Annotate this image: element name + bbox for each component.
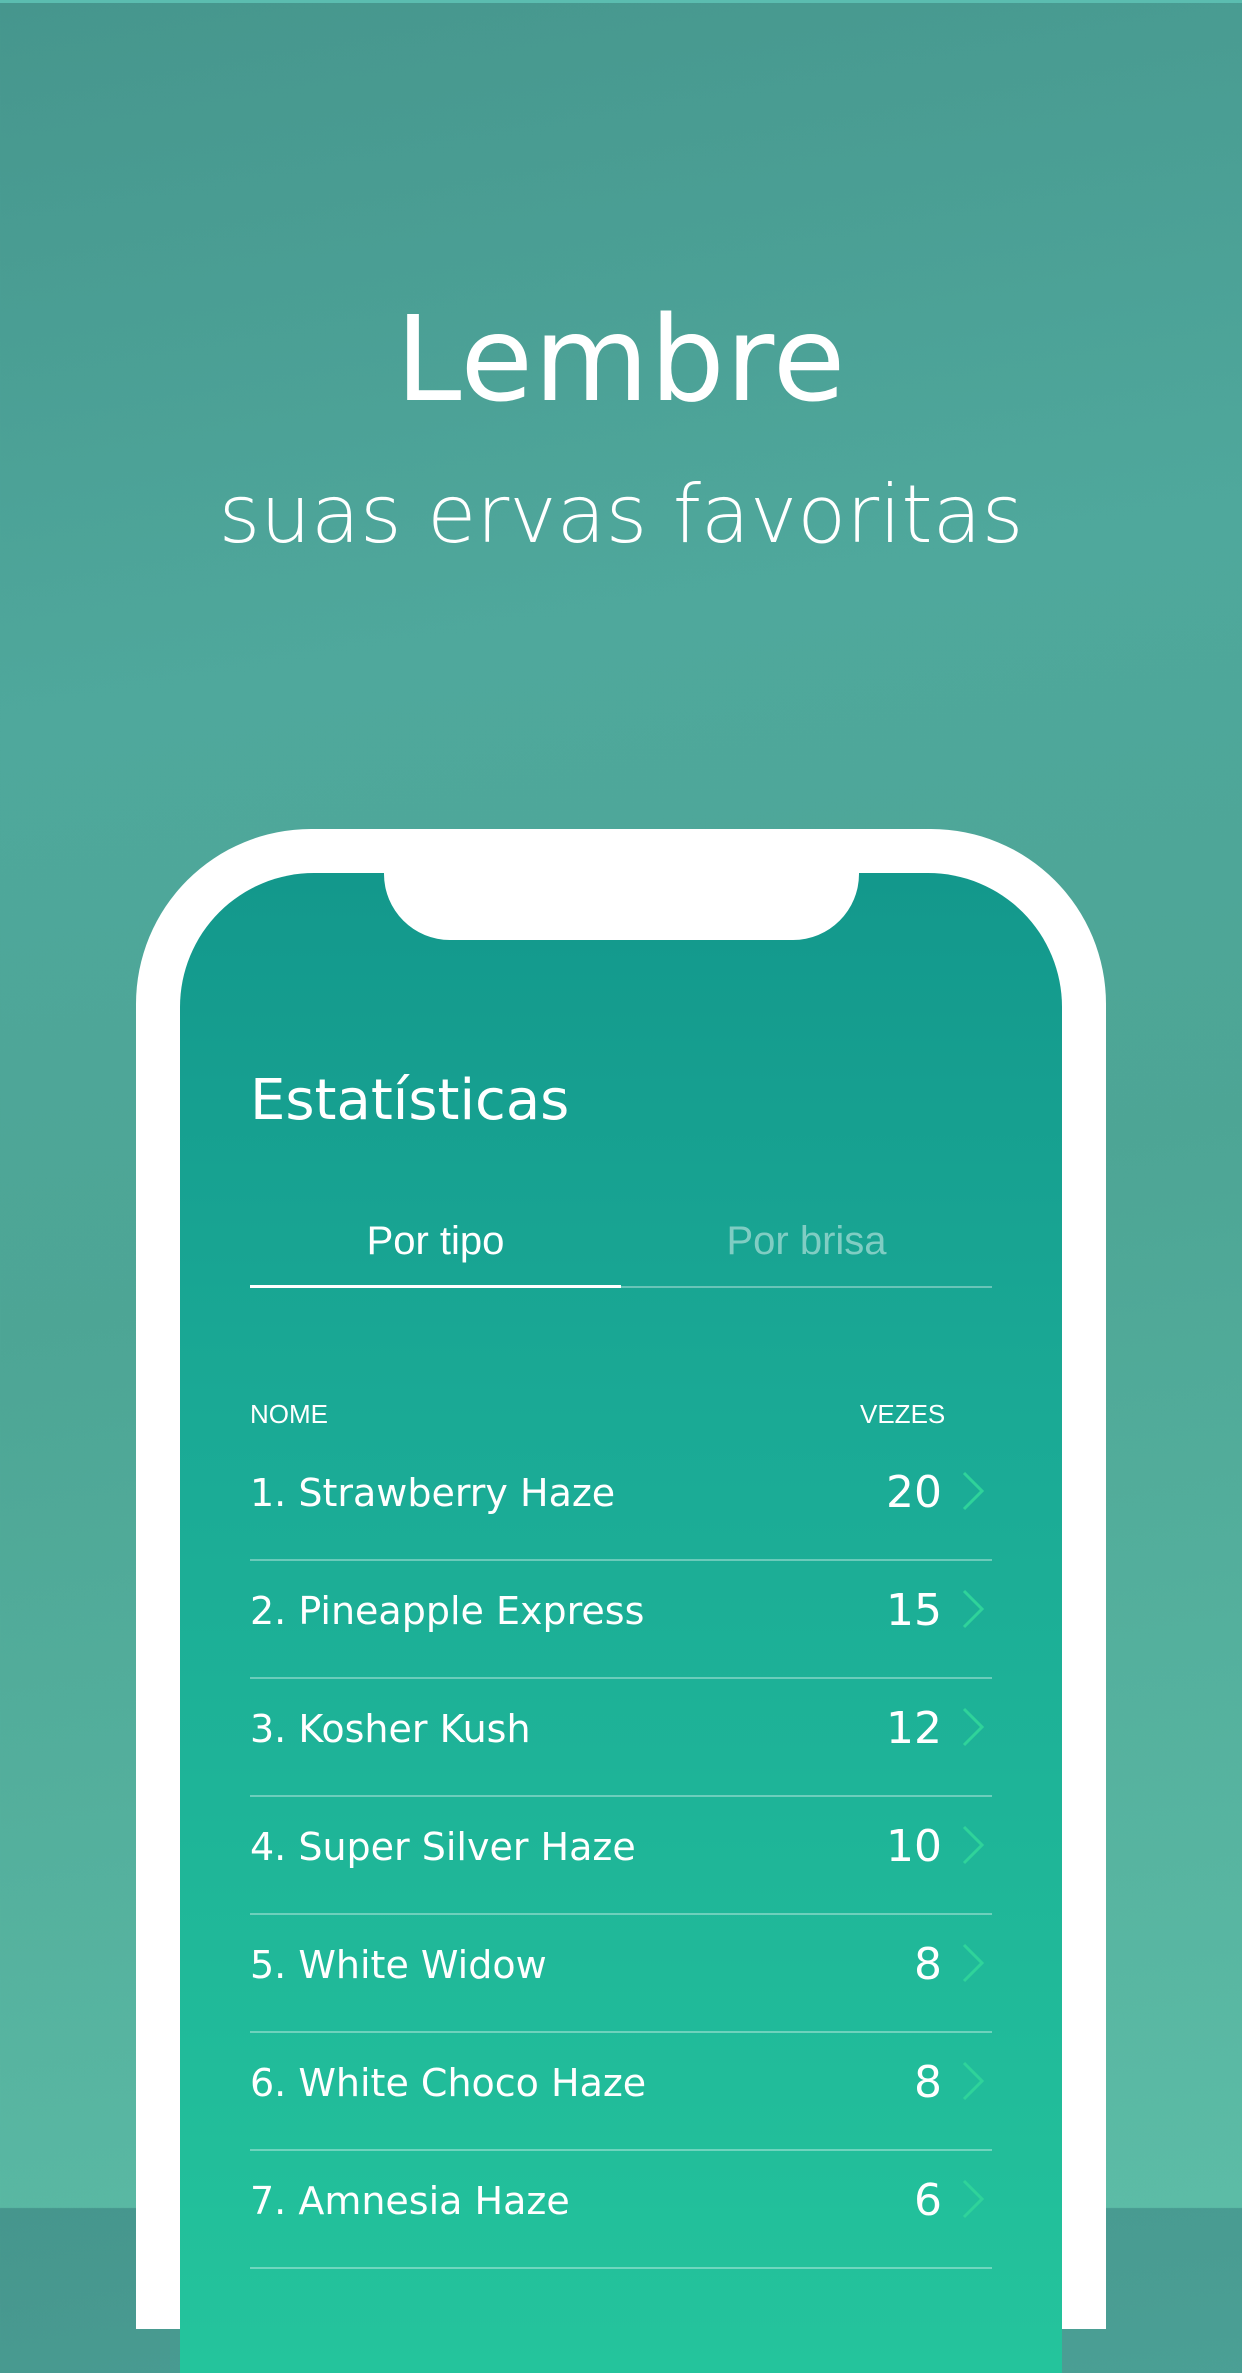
- row-divider: [250, 2267, 992, 2269]
- list-item-label: 6. White Choco Haze: [250, 2061, 647, 2105]
- list-item[interactable]: 6. White Choco Haze 8: [250, 2033, 992, 2151]
- list-item-label: 4. Super Silver Haze: [250, 1825, 636, 1869]
- list-item-count: 8: [914, 1939, 942, 1990]
- column-header-count: VEZES: [860, 1399, 946, 1429]
- list-item-count: 15: [886, 1585, 942, 1636]
- phone-frame: Estatísticas Por tipo Por brisa NOME VEZ…: [136, 829, 1106, 2373]
- list-item[interactable]: 3. Kosher Kush 12: [250, 1679, 992, 1797]
- list-item[interactable]: 4. Super Silver Haze 10: [250, 1797, 992, 1915]
- tab-active-indicator: [250, 1285, 621, 1288]
- list-item-count: 20: [886, 1467, 942, 1518]
- list-item[interactable]: 1. Strawberry Haze 20: [250, 1443, 992, 1561]
- list-item-label: 5. White Widow: [250, 1943, 547, 1987]
- chevron-right-icon: [962, 1471, 984, 1511]
- strain-list: 1. Strawberry Haze 20 2. Pineapple Expre…: [250, 1443, 992, 2269]
- chevron-right-icon: [962, 2179, 984, 2219]
- promo-subtitle: suas ervas favoritas: [218, 468, 1024, 561]
- phone-screen: Estatísticas Por tipo Por brisa NOME VEZ…: [180, 873, 1062, 2373]
- chevron-right-icon: [962, 2061, 984, 2101]
- list-item[interactable]: 2. Pineapple Express 15: [250, 1561, 992, 1679]
- list-item-count: 8: [914, 2057, 942, 2108]
- list-item-count: 6: [914, 2175, 942, 2226]
- top-edge-line: [0, 0, 1242, 3]
- list-item-count: 10: [886, 1821, 942, 1872]
- tab-por-tipo[interactable]: Por tipo: [250, 1213, 621, 1269]
- column-header-name: NOME: [250, 1399, 328, 1429]
- chevron-right-icon: [962, 1943, 984, 1983]
- list-item-label: 2. Pineapple Express: [250, 1589, 645, 1633]
- phone-notch: [384, 873, 859, 940]
- list-item-label: 1. Strawberry Haze: [250, 1471, 616, 1515]
- tab-por-brisa[interactable]: Por brisa: [621, 1213, 992, 1269]
- list-item-label: 3. Kosher Kush: [250, 1707, 531, 1751]
- list-item-label: 7. Amnesia Haze: [250, 2179, 570, 2223]
- chevron-right-icon: [962, 1589, 984, 1629]
- list-item[interactable]: 5. White Widow 8: [250, 1915, 992, 2033]
- chevron-right-icon: [962, 1707, 984, 1747]
- promo-title: Lembre: [395, 290, 847, 428]
- tab-bar: Por tipo Por brisa: [250, 1213, 992, 1288]
- page-title: Estatísticas: [250, 1068, 570, 1133]
- chevron-right-icon: [962, 1825, 984, 1865]
- list-item-count: 12: [886, 1703, 942, 1754]
- list-item[interactable]: 7. Amnesia Haze 6: [250, 2151, 992, 2269]
